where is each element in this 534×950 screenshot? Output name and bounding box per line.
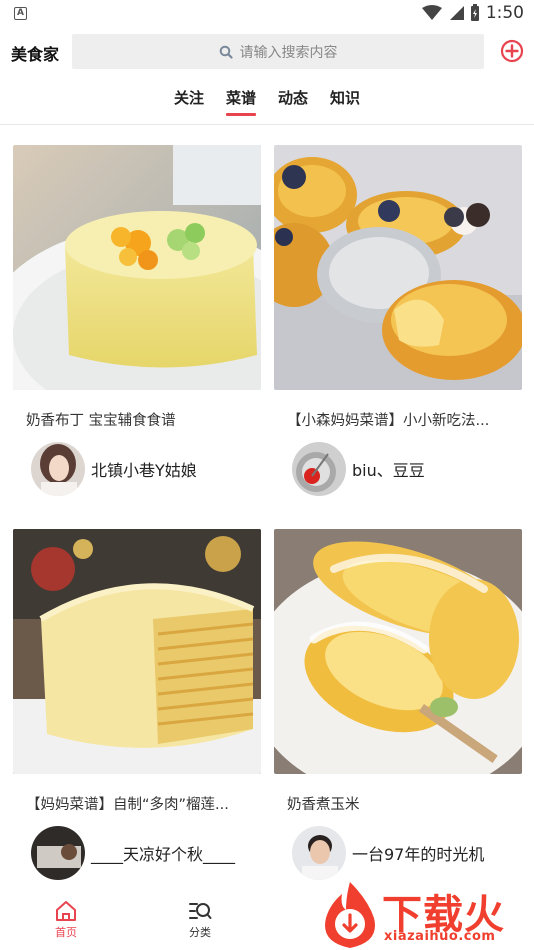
top-header: 美食家 请输入搜索内容 <box>0 32 534 72</box>
recipe-image[interactable] <box>274 145 522 390</box>
recipe-card[interactable]: 【妈妈菜谱】自制“多肉”榴莲... ____天凉好个秋____ <box>13 529 261 880</box>
tab-follow[interactable]: 关注 <box>174 84 204 116</box>
recipe-image[interactable] <box>13 529 261 774</box>
author-name: 北镇小巷Y姑娘 <box>91 461 197 480</box>
avatar[interactable] <box>292 826 346 880</box>
tab-knowledge[interactable]: 知识 <box>330 84 360 116</box>
nav-home[interactable]: 首页 <box>36 900 96 940</box>
recipe-title[interactable]: 【小森妈妈菜谱】小小新吃法... <box>287 409 519 430</box>
recipe-card[interactable]: 奶香煮玉米 一台97年的时光机 <box>274 529 522 880</box>
nav-home-label: 首页 <box>55 926 77 939</box>
status-bar: A 1:50 <box>0 0 534 28</box>
status-time: 1:50 <box>485 3 524 23</box>
app-name: 美食家 <box>11 45 60 64</box>
avatar[interactable] <box>292 442 346 496</box>
recipe-title[interactable]: 【妈妈菜谱】自制“多肉”榴莲... <box>26 793 258 814</box>
tab-divider <box>0 124 534 125</box>
status-right: 1:50 <box>421 3 524 23</box>
recipe-image[interactable] <box>274 529 522 774</box>
recipe-card[interactable]: 【小森妈妈菜谱】小小新吃法... biu、豆豆 <box>274 145 522 496</box>
avatar[interactable] <box>31 826 85 880</box>
fire-logo-icon <box>325 882 375 948</box>
search-icon <box>219 45 233 59</box>
search-bar[interactable]: 请输入搜索内容 <box>72 34 484 69</box>
author-name: biu、豆豆 <box>352 461 425 480</box>
add-icon[interactable] <box>500 39 524 63</box>
battery-icon <box>470 4 479 21</box>
recipe-title[interactable]: 奶香布丁 宝宝辅食食谱 <box>26 409 258 430</box>
category-search-icon <box>189 903 212 919</box>
tab-moments[interactable]: 动态 <box>278 84 308 116</box>
author-info[interactable]: biu、豆豆 <box>292 442 425 496</box>
tab-bar: 关注 菜谱 动态 知识 <box>0 84 534 120</box>
wifi-icon <box>421 5 442 20</box>
tab-recipes[interactable]: 菜谱 <box>225 84 257 116</box>
recipe-image[interactable] <box>13 145 261 390</box>
nav-category[interactable]: 分类 <box>170 900 230 940</box>
recipe-card[interactable]: 奶香布丁 宝宝辅食食谱 北镇小巷Y姑娘 <box>13 145 261 496</box>
author-name: ____天凉好个秋____ <box>91 845 236 864</box>
signal-icon <box>449 6 464 20</box>
author-info[interactable]: 一台97年的时光机 <box>292 826 484 880</box>
author-info[interactable]: 北镇小巷Y姑娘 <box>31 442 197 496</box>
notification-badge-icon: A <box>14 7 27 20</box>
author-info[interactable]: ____天凉好个秋____ <box>31 826 235 880</box>
avatar[interactable] <box>31 442 85 496</box>
watermark: 下载火 xiazaihuo.com <box>316 880 534 950</box>
nav-category-label: 分类 <box>189 926 211 939</box>
home-icon <box>56 901 76 921</box>
author-name: 一台97年的时光机 <box>352 845 485 864</box>
recipe-title[interactable]: 奶香煮玉米 <box>287 793 519 814</box>
watermark-url: xiazaihuo.com <box>384 929 496 944</box>
search-placeholder: 请输入搜索内容 <box>239 44 338 61</box>
